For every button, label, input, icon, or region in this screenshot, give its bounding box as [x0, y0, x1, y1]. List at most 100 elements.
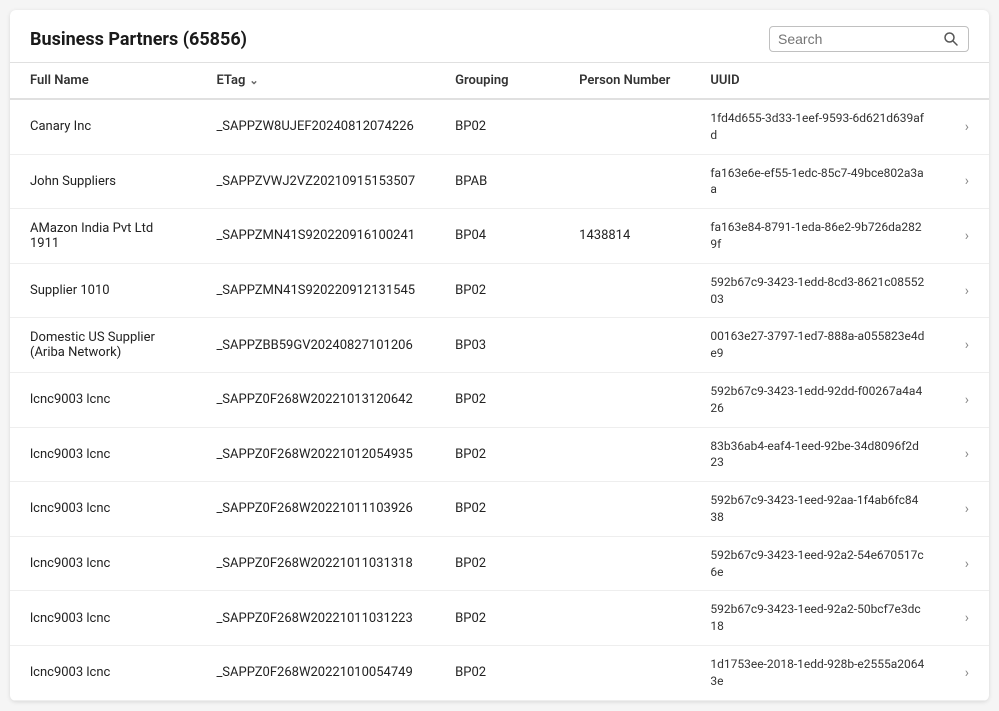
table-row[interactable]: lcnc9003 lcnc _SAPPZ0F268W20221011031223… [10, 591, 989, 646]
cell-person-number [559, 645, 690, 700]
cell-person-number [559, 99, 690, 154]
table-row[interactable]: AMazon India Pvt Ltd 1911 _SAPPZMN41S920… [10, 209, 989, 264]
cell-fullname: Supplier 1010 [10, 263, 196, 318]
table-row[interactable]: lcnc9003 lcnc _SAPPZ0F268W20221013120642… [10, 372, 989, 427]
cell-grouping: BP02 [435, 263, 559, 318]
cell-grouping: BP02 [435, 645, 559, 700]
cell-person-number [559, 372, 690, 427]
table-row[interactable]: lcnc9003 lcnc _SAPPZ0F268W20221011103926… [10, 482, 989, 537]
cell-fullname: lcnc9003 lcnc [10, 427, 196, 482]
cell-etag: _SAPPZ0F268W20221011103926 [196, 482, 435, 537]
sort-icon: ⌄ [249, 74, 258, 87]
cell-fullname: John Suppliers [10, 154, 196, 209]
col-header-uuid: UUID [690, 63, 944, 99]
cell-etag: _SAPPZBB59GV20240827101206 [196, 318, 435, 373]
cell-fullname: lcnc9003 lcnc [10, 591, 196, 646]
search-input[interactable] [778, 31, 943, 47]
cell-arrow[interactable]: › [945, 482, 989, 537]
table-row[interactable]: John Suppliers _SAPPZVWJ2VZ2021091515350… [10, 154, 989, 209]
cell-person-number [559, 591, 690, 646]
cell-etag: _SAPPZ0F268W20221011031318 [196, 536, 435, 591]
chevron-right-icon: › [965, 228, 969, 244]
cell-arrow[interactable]: › [945, 99, 989, 154]
col-header-person-number: Person Number [559, 63, 690, 99]
chevron-right-icon: › [965, 283, 969, 299]
cell-etag: _SAPPZ0F268W20221011031223 [196, 591, 435, 646]
cell-person-number: 1438814 [559, 209, 690, 264]
cell-person-number [559, 154, 690, 209]
cell-uuid: 592b67c9-3423-1eed-92aa-1f4ab6fc8438 [690, 482, 944, 537]
cell-arrow[interactable]: › [945, 645, 989, 700]
cell-fullname: AMazon India Pvt Ltd 1911 [10, 209, 196, 264]
cell-uuid: 592b67c9-3423-1edd-8cd3-8621c0855203 [690, 263, 944, 318]
cell-arrow[interactable]: › [945, 591, 989, 646]
cell-grouping: BP03 [435, 318, 559, 373]
business-partners-table: Full Name ETag ⌄ Grouping Person Number [10, 63, 989, 701]
cell-etag: _SAPPZVWJ2VZ20210915153507 [196, 154, 435, 209]
cell-uuid: 1d1753ee-2018-1edd-928b-e2555a20643e [690, 645, 944, 700]
cell-grouping: BP02 [435, 99, 559, 154]
cell-grouping: BP02 [435, 482, 559, 537]
cell-arrow[interactable]: › [945, 536, 989, 591]
cell-uuid: 00163e27-3797-1ed7-888a-a055823e4de9 [690, 318, 944, 373]
chevron-right-icon: › [965, 446, 969, 462]
cell-etag: _SAPPZMN41S920220912131545 [196, 263, 435, 318]
cell-person-number [559, 318, 690, 373]
table-header-row: Full Name ETag ⌄ Grouping Person Number [10, 63, 989, 99]
cell-arrow[interactable]: › [945, 154, 989, 209]
table-container: Full Name ETag ⌄ Grouping Person Number [10, 63, 989, 701]
cell-arrow[interactable]: › [945, 372, 989, 427]
cell-fullname: lcnc9003 lcnc [10, 645, 196, 700]
search-button[interactable] [943, 31, 959, 47]
cell-arrow[interactable]: › [945, 209, 989, 264]
cell-uuid: 1fd4d655-3d33-1eef-9593-6d621d639afd [690, 99, 944, 154]
cell-uuid: fa163e84-8791-1eda-86e2-9b726da2829f [690, 209, 944, 264]
cell-person-number [559, 536, 690, 591]
cell-etag: _SAPPZ0F268W20221013120642 [196, 372, 435, 427]
chevron-right-icon: › [965, 556, 969, 572]
cell-uuid: 592b67c9-3423-1eed-92a2-54e670517c6e [690, 536, 944, 591]
col-header-grouping: Grouping [435, 63, 559, 99]
cell-etag: _SAPPZ0F268W20221012054935 [196, 427, 435, 482]
page-container: Business Partners (65856) Full Name [10, 10, 989, 701]
table-row[interactable]: lcnc9003 lcnc _SAPPZ0F268W20221010054749… [10, 645, 989, 700]
table-row[interactable]: lcnc9003 lcnc _SAPPZ0F268W20221012054935… [10, 427, 989, 482]
cell-person-number [559, 482, 690, 537]
cell-grouping: BP04 [435, 209, 559, 264]
cell-arrow[interactable]: › [945, 263, 989, 318]
table-row[interactable]: lcnc9003 lcnc _SAPPZ0F268W20221011031318… [10, 536, 989, 591]
chevron-right-icon: › [965, 501, 969, 517]
cell-person-number [559, 263, 690, 318]
cell-uuid: 592b67c9-3423-1eed-92a2-50bcf7e3dc18 [690, 591, 944, 646]
table-row[interactable]: Domestic US Supplier (Ariba Network) _SA… [10, 318, 989, 373]
cell-fullname: Canary Inc [10, 99, 196, 154]
chevron-right-icon: › [965, 119, 969, 135]
table-row[interactable]: Canary Inc _SAPPZW8UJEF20240812074226 BP… [10, 99, 989, 154]
table-row[interactable]: Supplier 1010 _SAPPZMN41S920220912131545… [10, 263, 989, 318]
cell-fullname: Domestic US Supplier (Ariba Network) [10, 318, 196, 373]
col-header-fullname: Full Name [10, 63, 196, 99]
col-header-arrow [945, 63, 989, 99]
page-header: Business Partners (65856) [10, 10, 989, 63]
col-header-etag[interactable]: ETag ⌄ [196, 63, 435, 99]
cell-fullname: lcnc9003 lcnc [10, 482, 196, 537]
chevron-right-icon: › [965, 173, 969, 189]
chevron-right-icon: › [965, 665, 969, 681]
cell-uuid: 83b36ab4-eaf4-1eed-92be-34d8096f2d23 [690, 427, 944, 482]
cell-grouping: BP02 [435, 427, 559, 482]
page-title: Business Partners (65856) [30, 29, 247, 50]
cell-grouping: BP02 [435, 372, 559, 427]
search-box[interactable] [769, 26, 969, 52]
cell-person-number [559, 427, 690, 482]
cell-arrow[interactable]: › [945, 427, 989, 482]
cell-etag: _SAPPZMN41S920220916100241 [196, 209, 435, 264]
search-icon [943, 31, 959, 47]
cell-grouping: BP02 [435, 536, 559, 591]
chevron-right-icon: › [965, 392, 969, 408]
cell-fullname: lcnc9003 lcnc [10, 536, 196, 591]
cell-etag: _SAPPZ0F268W20221010054749 [196, 645, 435, 700]
cell-grouping: BP02 [435, 591, 559, 646]
chevron-right-icon: › [965, 610, 969, 626]
cell-uuid: fa163e6e-ef55-1edc-85c7-49bce802a3aa [690, 154, 944, 209]
cell-arrow[interactable]: › [945, 318, 989, 373]
